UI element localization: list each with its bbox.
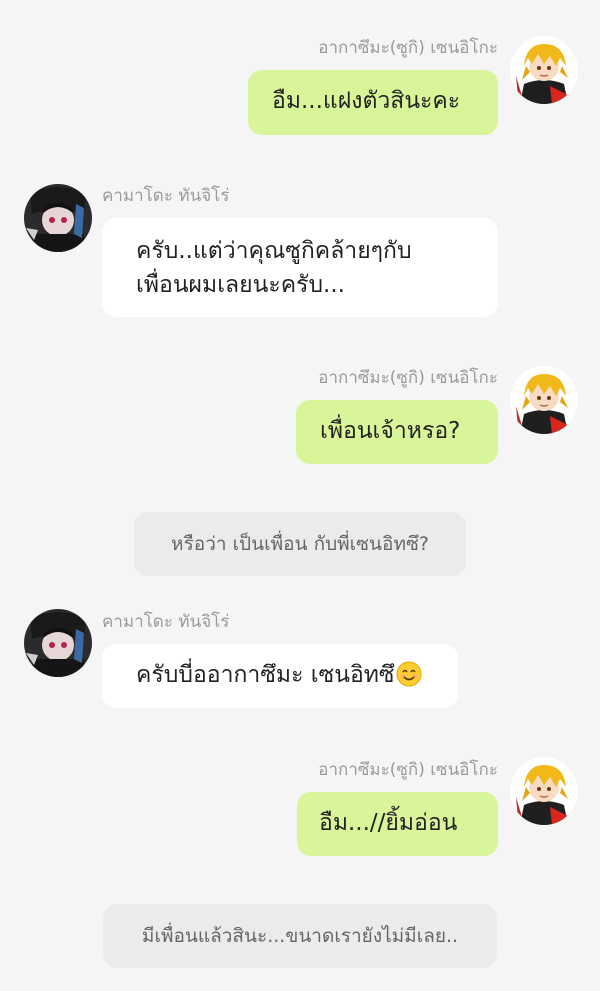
message-bubble: อืม...แฝงตัวสินะคะ bbox=[248, 70, 498, 135]
chat-thread: อากาซึมะ(ซูกิ) เซนอิโกะ อืม...แฝงตัวสินะ… bbox=[0, 0, 600, 991]
sender-name: อากาซึมะ(ซูกิ) เซนอิโกะ bbox=[318, 38, 498, 58]
message-bubble: ครับ..แต่ว่าคุณซูกิคล้ายๆกับ เพื่อนผมเลย… bbox=[102, 218, 498, 317]
sender-name: อากาซึมะ(ซูกิ) เซนอิโกะ bbox=[318, 760, 498, 780]
message-text: อืม...แฝงตัวสินะคะ bbox=[272, 88, 461, 114]
message-text: ครับบี่ออากาซึมะ เซนอิทซึ bbox=[136, 662, 395, 688]
zenitsu-avatar[interactable] bbox=[510, 757, 578, 825]
message-bubble: เพื่อนเจ้าหรอ? bbox=[296, 400, 498, 464]
message-text-line-1: ครับ..แต่ว่าคุณซูกิคล้ายๆกับ bbox=[136, 238, 412, 264]
sender-name: คามาโดะ ทันจิโร่ bbox=[102, 186, 230, 206]
narration-bubble: หรือว่า เป็นเพื่อน กับพี่เซนอิทซึ? bbox=[134, 512, 466, 576]
tanjiro-avatar[interactable] bbox=[24, 609, 92, 677]
zenitsu-avatar[interactable] bbox=[510, 366, 578, 434]
narration-bubble: มีเพื่อนแล้วสินะ...ขนาดเรายังไม่มีเลย.. bbox=[103, 904, 497, 968]
tanjiro-avatar[interactable] bbox=[24, 184, 92, 252]
zenitsu-avatar[interactable] bbox=[510, 36, 578, 104]
message-text: อืม...//ยิ้มอ่อน bbox=[319, 810, 458, 836]
sender-name: อากาซึมะ(ซูกิ) เซนอิโกะ bbox=[318, 368, 498, 388]
message-text: เพื่อนเจ้าหรอ? bbox=[320, 418, 461, 444]
message-bubble: อืม...//ยิ้มอ่อน bbox=[297, 792, 498, 856]
smiling-face-emoji bbox=[396, 661, 422, 687]
narration-text: หรือว่า เป็นเพื่อน กับพี่เซนอิทซึ? bbox=[171, 533, 429, 555]
message-bubble: ครับบี่ออากาซึมะ เซนอิทซึ bbox=[102, 644, 458, 708]
narration-text: มีเพื่อนแล้วสินะ...ขนาดเรายังไม่มีเลย.. bbox=[141, 925, 459, 947]
message-text-line-2: เพื่อนผมเลยนะครับ... bbox=[136, 272, 345, 298]
sender-name: คามาโดะ ทันจิโร่ bbox=[102, 612, 230, 632]
